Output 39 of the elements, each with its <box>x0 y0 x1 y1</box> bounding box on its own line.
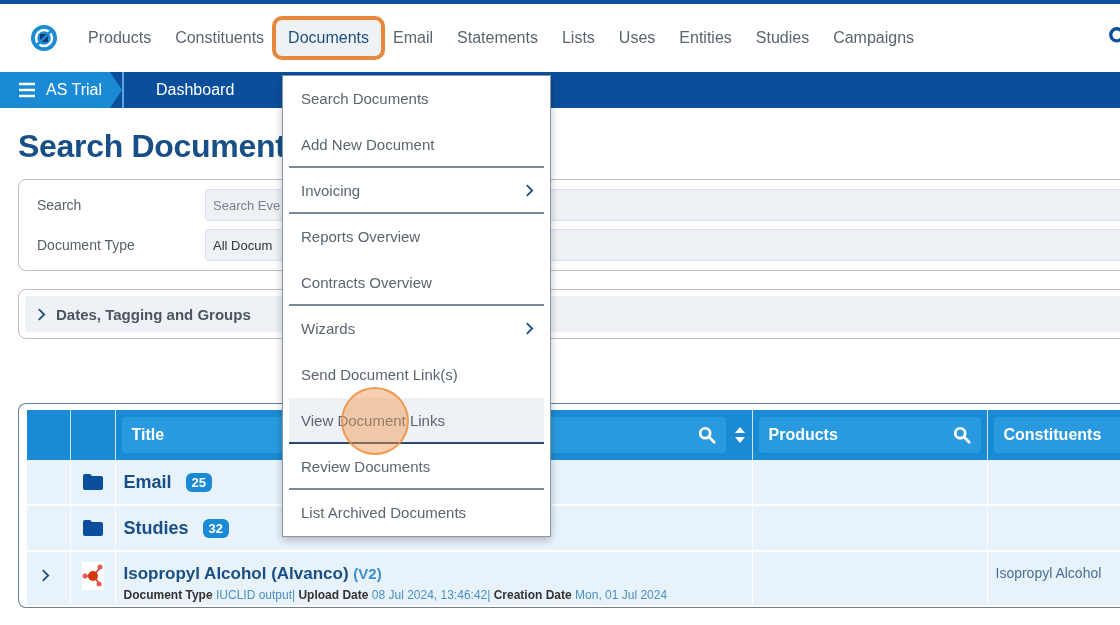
nav-tab[interactable]: Uses <box>606 20 668 56</box>
menu-item[interactable]: Invoicing <box>289 168 544 214</box>
folder-title[interactable]: Email <box>123 471 172 493</box>
nav-tab[interactable]: Products <box>76 20 164 56</box>
molecule-icon <box>81 562 104 590</box>
folder-title[interactable]: Studies <box>123 517 189 539</box>
nav-tab[interactable]: Campaigns <box>821 20 927 56</box>
nav-tab[interactable]: Email <box>381 20 445 56</box>
page-title: Search Document <box>18 128 286 165</box>
table-cell-text: Isopropyl Alcohol <box>995 564 1103 581</box>
count-badge: 32 <box>202 518 229 538</box>
menu-item[interactable]: Send Document Link(s) <box>289 352 544 398</box>
folder-icon <box>82 520 103 536</box>
nav-tab[interactable]: Entities <box>667 20 744 56</box>
chevron-icon <box>41 568 50 583</box>
menu-item[interactable]: Add New Document <box>289 122 544 168</box>
breadcrumb-label: AS Trial <box>46 81 102 99</box>
sort-icon[interactable] <box>733 426 746 444</box>
chevron-icon <box>525 320 534 336</box>
menu-item[interactable]: Review Documents <box>289 444 544 490</box>
nav-tab[interactable]: Constituents <box>163 20 277 56</box>
count-badge: 25 <box>185 472 212 492</box>
chevron-icon <box>525 182 534 198</box>
menu-icon[interactable] <box>18 82 36 98</box>
chevron-icon <box>37 306 46 322</box>
version-label: (V2) <box>353 565 382 582</box>
menu-item[interactable]: Search Documents <box>289 76 544 122</box>
nav-tab[interactable]: Studies <box>743 20 822 56</box>
field-label: Search <box>37 197 83 213</box>
logo-icon[interactable] <box>30 24 58 52</box>
field-label: Document Type <box>37 237 136 253</box>
document-title[interactable]: Isopropyl Alcohol (Alvanco) <box>123 564 349 583</box>
nav-tab[interactable]: Lists <box>549 20 607 56</box>
folder-icon <box>82 474 103 490</box>
nav-tab[interactable]: Statements <box>445 20 550 56</box>
menu-item[interactable]: List Archived Documents <box>289 490 544 536</box>
document-meta: Document Type IUCLID output| Upload Date 08 Jul 2024, 13:46:42| Creation Date Mon, 01 Jul 2024 <box>123 587 669 604</box>
breadcrumb-home[interactable]: AS Trial <box>0 72 122 108</box>
menu-item[interactable]: Contracts Overview <box>289 260 544 306</box>
